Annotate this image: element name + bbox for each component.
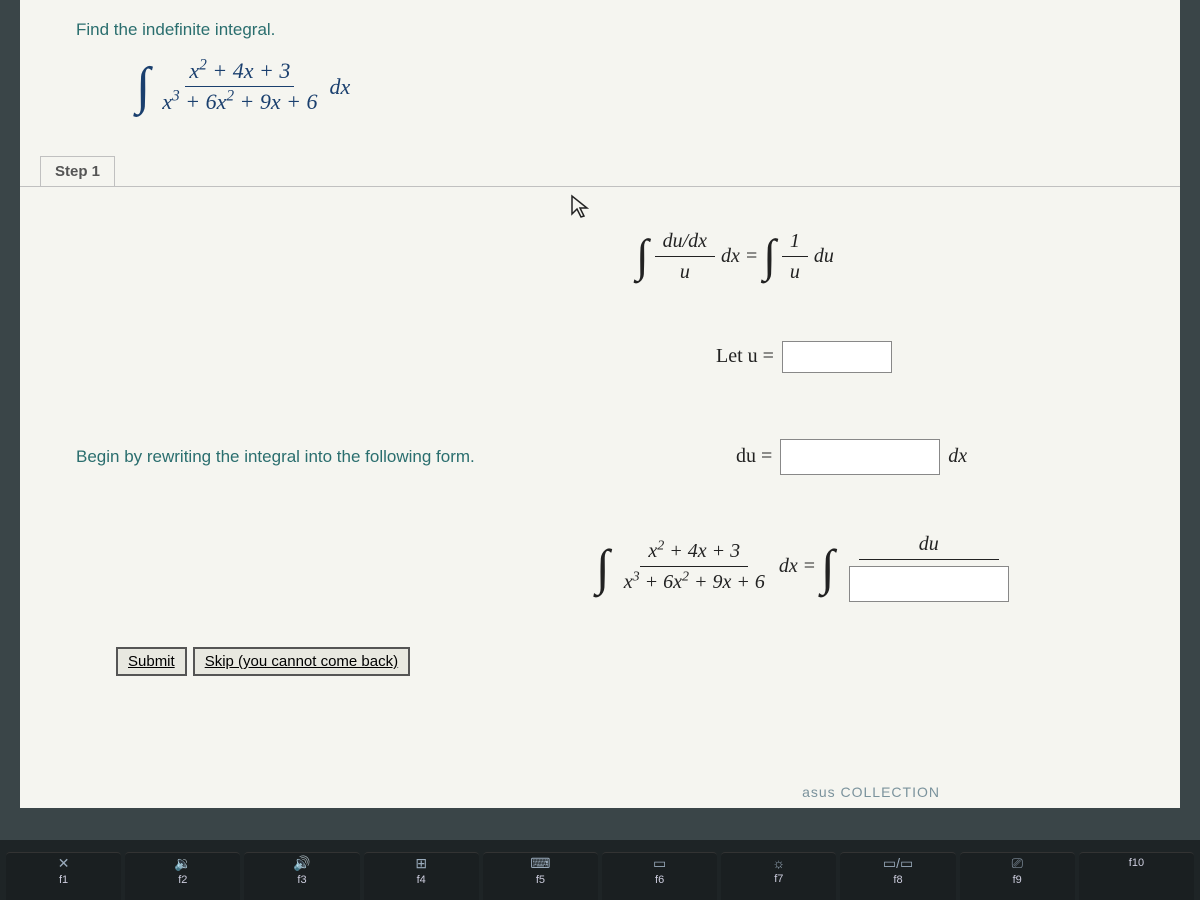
key-label: f9 — [1013, 874, 1022, 886]
airplane-mode-icon: ✕ — [58, 855, 70, 872]
key-f4[interactable]: ⊞ f4 — [364, 852, 479, 900]
rewrite-result-den-input — [841, 560, 1017, 605]
identity-row: ∫ du/dx u dx = ∫ 1 u du — [76, 207, 1140, 307]
keyboard-light-icon: ⌨ — [530, 855, 550, 872]
apps-icon: ⊞ — [415, 855, 427, 872]
rewrite-fraction: x2 + 4x + 3 x3 + 6x2 + 9x + 6 — [616, 536, 773, 597]
du-label: du = — [736, 445, 772, 468]
rewrite-den: x3 + 6x2 + 9x + 6 — [616, 567, 773, 597]
key-f1[interactable]: ✕ f1 — [6, 852, 121, 900]
identity-du: du — [814, 245, 834, 268]
integral-numerator: x2 + 4x + 3 — [185, 58, 294, 87]
du-right: du = dx — [636, 439, 1140, 475]
key-label: f2 — [178, 874, 187, 886]
identity-eq: = — [746, 245, 757, 268]
lock-icon: ⎚ — [1012, 855, 1023, 872]
problem-title: Find the indefinite integral. — [76, 20, 1140, 40]
integral-denominator: x3 + 6x2 + 9x + 6 — [158, 87, 321, 115]
touchpad-icon: ▭ — [653, 855, 666, 872]
rewrite-result-num: du — [859, 529, 999, 560]
asus-tag: asus COLLECTION — [802, 784, 940, 800]
skip-link[interactable]: Skip (you cannot come back) — [193, 647, 410, 676]
problem-integral: ∫ x2 + 4x + 3 x3 + 6x2 + 9x + 6 dx — [136, 58, 1140, 116]
integral-symbol-icon: ∫ — [763, 238, 776, 275]
denominator-input[interactable] — [849, 566, 1009, 602]
submit-button[interactable]: Submit — [116, 647, 187, 676]
key-label: f8 — [893, 874, 902, 886]
step-tab: Step 1 — [40, 156, 115, 186]
let-u-input[interactable] — [782, 341, 892, 373]
rewrite-math: ∫ x2 + 4x + 3 x3 + 6x2 + 9x + 6 dx = ∫ — [596, 529, 1140, 605]
identity-right-fraction: 1 u — [782, 226, 808, 287]
key-f5[interactable]: ⌨ f5 — [483, 852, 598, 900]
buttons-row: Submit Skip (you cannot come back) — [76, 627, 1140, 696]
identity-right-num: 1 — [782, 226, 808, 257]
problem-header: Find the indefinite integral. ∫ x2 + 4x … — [20, 0, 1180, 126]
key-f7[interactable]: ☼ f7 — [721, 852, 836, 900]
key-label: f5 — [536, 874, 545, 886]
dx-trail: dx — [948, 445, 967, 468]
rewrite-num: x2 + 4x + 3 — [640, 536, 748, 567]
volume-up-icon: 🔊 — [293, 855, 310, 872]
let-u-right: Let u = — [636, 341, 1140, 373]
step-container: Step 1 ∫ du/dx u dx = ∫ — [20, 156, 1180, 716]
du-input[interactable] — [780, 439, 940, 475]
step-body: ∫ du/dx u dx = ∫ 1 u du — [20, 186, 1180, 716]
integral-symbol-icon: ∫ — [596, 547, 610, 587]
dx-label: dx — [330, 74, 351, 100]
key-f2[interactable]: 🔉 f2 — [125, 852, 240, 900]
rewrite-row: ∫ x2 + 4x + 3 x3 + 6x2 + 9x + 6 dx = ∫ — [76, 507, 1140, 627]
key-f6[interactable]: ▭ f6 — [602, 852, 717, 900]
key-label: f10 — [1129, 857, 1144, 869]
integral-symbol-icon: ∫ — [136, 66, 150, 108]
identity-left-fraction: du/dx u — [655, 226, 715, 287]
let-u-row: Let u = — [76, 307, 1140, 407]
let-u-label: Let u = — [716, 345, 774, 368]
content-page: Find the indefinite integral. ∫ x2 + 4x … — [20, 0, 1180, 808]
volume-down-icon: 🔉 — [174, 855, 191, 872]
keyboard-bar: ✕ f1 🔉 f2 🔊 f3 ⊞ f4 ⌨ f5 ▭ f6 ☼ f7 ▭/▭ f… — [0, 840, 1200, 900]
rewrite-eq: = — [804, 555, 815, 578]
display-switch-icon: ▭/▭ — [883, 855, 913, 872]
integral-fraction: x2 + 4x + 3 x3 + 6x2 + 9x + 6 — [158, 58, 321, 116]
integral-symbol-icon: ∫ — [636, 238, 649, 275]
instruction-row: Begin by rewriting the integral into the… — [76, 407, 1140, 507]
identity-left-num: du/dx — [655, 226, 715, 257]
key-label: f6 — [655, 874, 664, 886]
key-label: f1 — [59, 874, 68, 886]
identity-left-den: u — [672, 257, 698, 287]
rewrite-result-fraction: du — [841, 529, 1017, 605]
key-label: f7 — [774, 873, 783, 885]
key-label: f3 — [297, 874, 306, 886]
identity-dx: dx — [721, 245, 740, 268]
identity-math: ∫ du/dx u dx = ∫ 1 u du — [636, 226, 1140, 287]
identity-right-den: u — [782, 257, 808, 287]
key-label: f4 — [417, 874, 426, 886]
key-f10[interactable]: f10 — [1079, 852, 1194, 900]
rewrite-dx: dx — [779, 555, 798, 578]
integral-symbol-icon: ∫ — [821, 547, 835, 587]
brightness-icon: ☼ — [772, 855, 785, 871]
instruction-text: Begin by rewriting the integral into the… — [76, 447, 636, 467]
key-f9[interactable]: ⎚ f9 — [960, 852, 1075, 900]
key-f8[interactable]: ▭/▭ f8 — [840, 852, 955, 900]
key-f3[interactable]: 🔊 f3 — [244, 852, 359, 900]
